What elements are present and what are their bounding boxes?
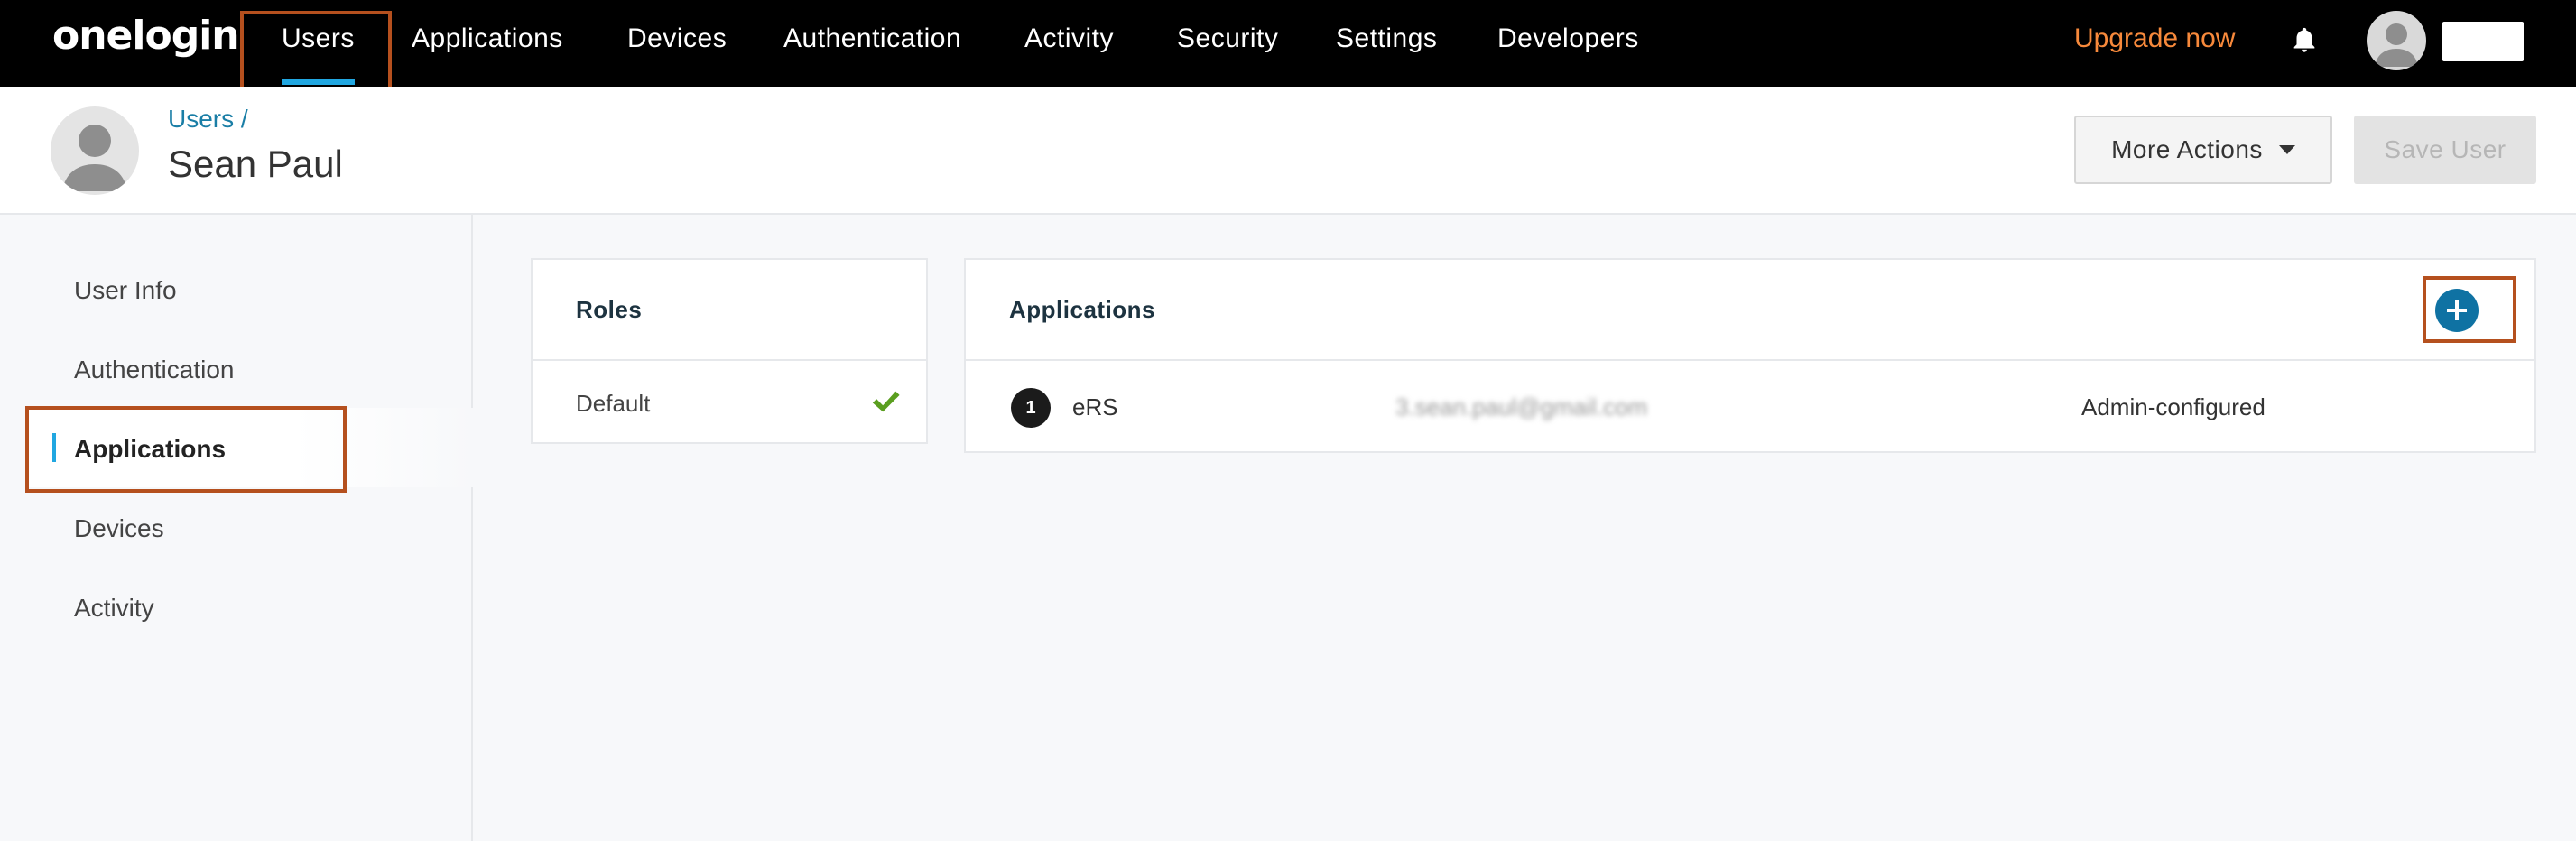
nav-item-applications[interactable]: Applications [412, 0, 563, 87]
bell-icon[interactable] [2289, 25, 2320, 56]
roles-card-header: Roles [533, 260, 926, 361]
applications-title: Applications [1009, 296, 1156, 323]
sidebar-item-authentication[interactable]: Authentication [74, 356, 234, 384]
sidebar: User Info Authentication Applications De… [0, 215, 473, 841]
top-navigation-bar: onelogin Users Applications Devices Auth… [0, 0, 2576, 87]
nav-item-devices[interactable]: Devices [627, 0, 727, 87]
nav-item-users[interactable]: Users [282, 0, 355, 87]
check-icon [872, 391, 900, 412]
applications-card: Applications 1 eRS 3.sean.paul@gmail.com… [964, 258, 2536, 453]
app-icon: 1 [1011, 388, 1051, 428]
onelogin-logo[interactable]: onelogin [52, 13, 240, 59]
user-avatar-icon [62, 125, 127, 191]
app-config-type: Admin-configured [2081, 393, 2266, 420]
nav-item-security[interactable]: Security [1177, 0, 1278, 87]
roles-card: Roles Default [531, 258, 928, 444]
applications-card-header: Applications [966, 260, 2534, 361]
more-actions-label: More Actions [2111, 135, 2263, 163]
profile-avatar[interactable] [2367, 11, 2426, 70]
plus-circle-icon[interactable] [2435, 289, 2479, 332]
user-header: Users / Sean Paul More Actions Save User [0, 87, 2576, 215]
user-avatar [51, 106, 139, 195]
caret-down-icon [2278, 145, 2295, 154]
app-name[interactable]: eRS [1072, 393, 1118, 421]
nav-item-activity[interactable]: Activity [1024, 0, 1114, 87]
sidebar-item-applications[interactable]: Applications [74, 435, 226, 464]
sidebar-item-devices[interactable]: Devices [74, 514, 164, 543]
more-actions-button[interactable]: More Actions [2074, 116, 2332, 184]
nav-item-authentication[interactable]: Authentication [783, 0, 961, 87]
sidebar-active-marker [52, 433, 56, 462]
breadcrumb[interactable]: Users / [168, 105, 248, 134]
upgrade-now-link[interactable]: Upgrade now [2074, 0, 2235, 87]
save-user-button[interactable]: Save User [2354, 116, 2536, 184]
role-name[interactable]: Default [576, 390, 650, 418]
sidebar-item-user-info[interactable]: User Info [74, 276, 177, 305]
roles-title: Roles [576, 296, 643, 323]
nav-item-developers[interactable]: Developers [1497, 0, 1639, 87]
nav-item-settings[interactable]: Settings [1336, 0, 1437, 87]
page-title: Sean Paul [168, 143, 343, 185]
app-email: 3.sean.paul@gmail.com [1395, 393, 1648, 420]
username-redacted-box[interactable] [2442, 22, 2524, 61]
sidebar-item-activity[interactable]: Activity [74, 594, 154, 623]
user-avatar-icon [2375, 23, 2418, 67]
